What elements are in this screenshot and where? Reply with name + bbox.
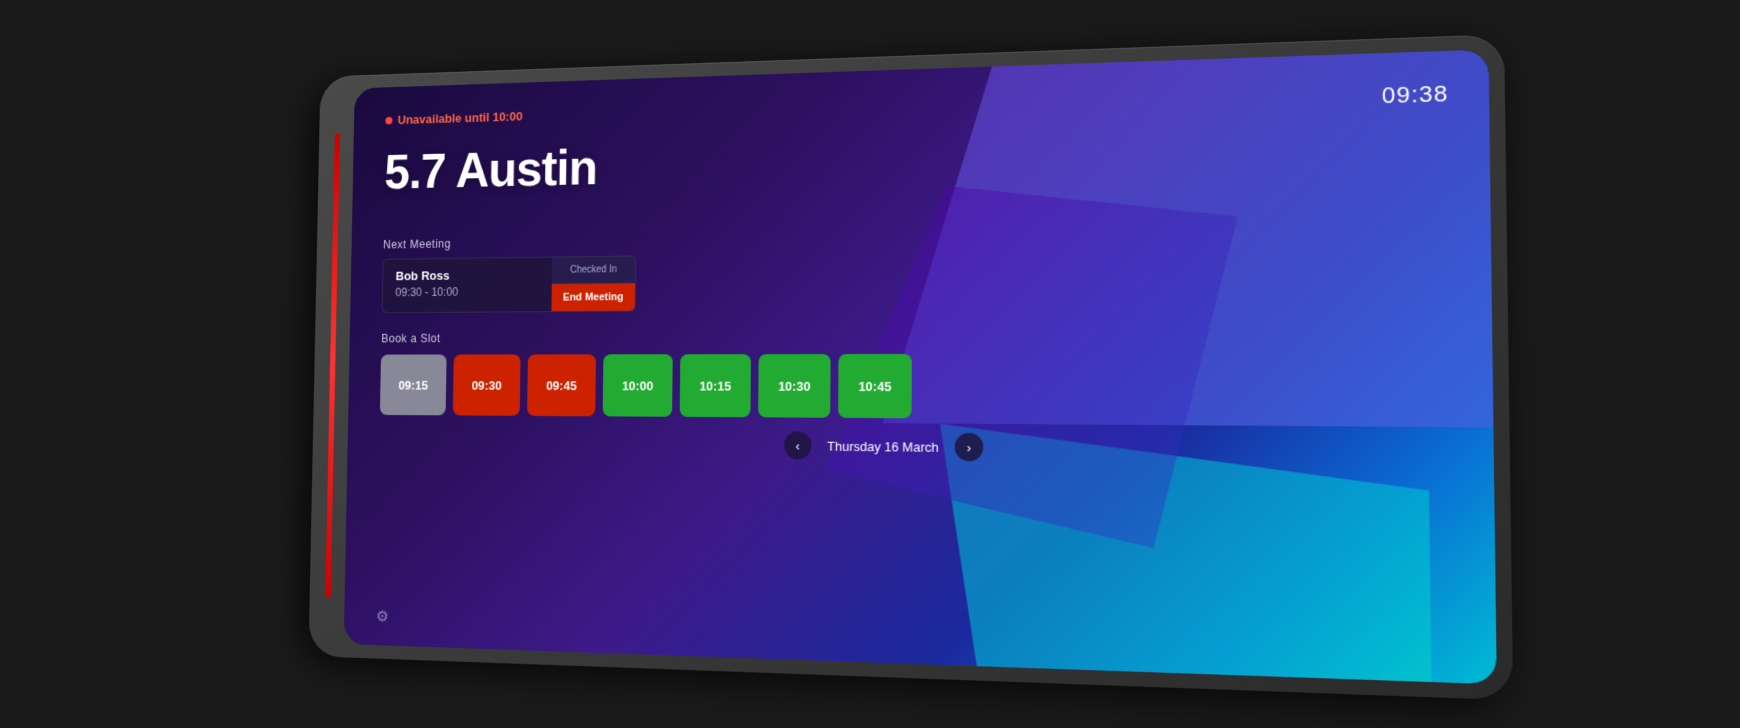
clock-display: 09:38 (1382, 80, 1449, 109)
meeting-card: Bob Ross 09:30 - 10:00 Checked In End Me… (382, 255, 636, 313)
slot-button-1030[interactable]: 10:30 (758, 354, 830, 418)
tablet-device: Unavailable until 10:00 09:38 5.7 Austin… (308, 34, 1513, 700)
book-slot-section: Book a Slot 09:1509:3009:4510:0010:1510:… (380, 328, 1453, 422)
checked-in-badge: Checked In (552, 256, 636, 284)
tablet-bezel: Unavailable until 10:00 09:38 5.7 Austin… (344, 49, 1497, 684)
screen: Unavailable until 10:00 09:38 5.7 Austin… (344, 49, 1497, 684)
meeting-organizer: Bob Ross (396, 267, 540, 283)
next-meeting-section: Next Meeting Bob Ross 09:30 - 10:00 Chec… (381, 222, 1451, 332)
scene: Unavailable until 10:00 09:38 5.7 Austin… (0, 0, 1740, 728)
slot-button-1015[interactable]: 10:15 (680, 354, 751, 417)
slots-container: 09:1509:3009:4510:0010:1510:3010:45 (380, 353, 1453, 421)
slot-button-1045[interactable]: 10:45 (838, 354, 912, 418)
current-date: Thursday 16 March (827, 438, 939, 454)
status-text: Unavailable until 10:00 (398, 109, 523, 127)
prev-date-button[interactable]: ‹ (784, 431, 812, 459)
settings-icon[interactable]: ⚙ (376, 607, 389, 627)
meeting-time-range: 09:30 - 10:00 (395, 284, 539, 299)
navigation-bar: ‹ Thursday 16 March › (379, 428, 1453, 467)
meeting-actions: Checked In End Meeting (551, 256, 635, 311)
meeting-info: Bob Ross 09:30 - 10:00 (383, 258, 552, 313)
red-accent-strip (325, 133, 340, 598)
screen-content: Unavailable until 10:00 09:38 5.7 Austin… (344, 49, 1497, 684)
slot-button-1000[interactable]: 10:00 (603, 354, 673, 417)
status-dot (385, 116, 392, 124)
status-bar: Unavailable until 10:00 (385, 109, 522, 127)
end-meeting-button[interactable]: End Meeting (551, 284, 635, 312)
next-date-button[interactable]: › (955, 433, 983, 462)
next-meeting-label: Next Meeting (383, 222, 1450, 252)
slot-button-0930[interactable]: 09:30 (453, 354, 521, 415)
slot-button-0915[interactable]: 09:15 (380, 355, 447, 416)
slot-button-0945[interactable]: 09:45 (527, 354, 596, 416)
